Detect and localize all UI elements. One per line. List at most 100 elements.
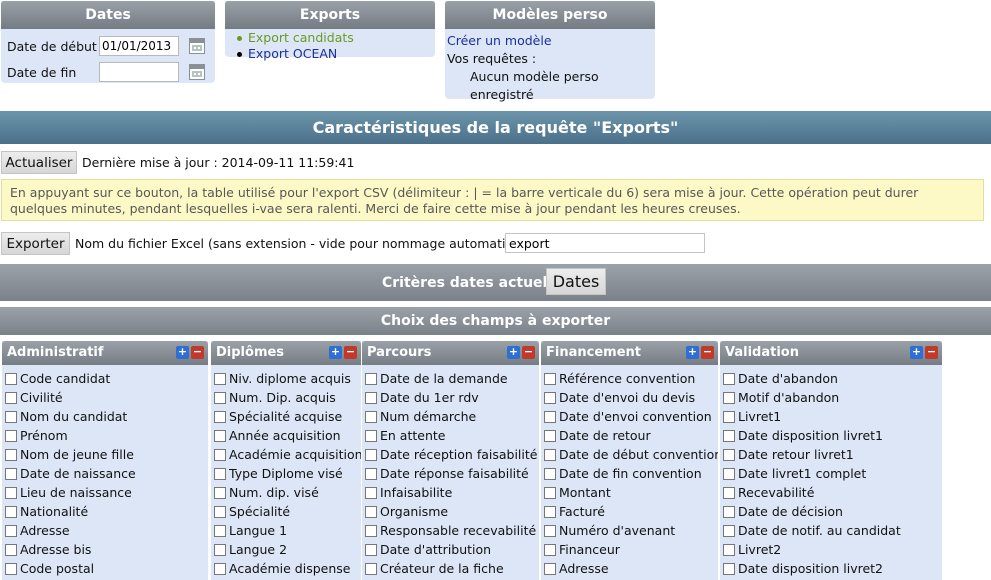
field-checkbox[interactable] <box>365 486 377 499</box>
field-checkbox[interactable] <box>214 524 226 537</box>
field-checkbox[interactable] <box>365 391 377 404</box>
field-option[interactable]: Date de début convention <box>544 445 718 464</box>
field-option[interactable]: Prénom <box>5 426 208 445</box>
field-option[interactable]: Date d'attribution <box>365 540 539 559</box>
field-option[interactable]: Livret1 <box>723 407 942 426</box>
select-all-icon[interactable]: + <box>910 346 923 359</box>
field-checkbox[interactable] <box>5 486 17 499</box>
dates-button[interactable]: Dates <box>546 268 606 295</box>
export-candidats-link[interactable]: Export candidats <box>237 30 435 46</box>
field-checkbox[interactable] <box>723 524 735 537</box>
field-option[interactable]: Nom de jeune fille <box>5 445 208 464</box>
export-button[interactable]: Exporter <box>1 232 70 255</box>
field-option[interactable]: Date d'abandon <box>723 369 942 388</box>
field-option[interactable]: Langue 2 <box>214 540 361 559</box>
field-option[interactable]: Date de la demande <box>365 369 539 388</box>
field-checkbox[interactable] <box>723 410 735 423</box>
field-checkbox[interactable] <box>723 486 735 499</box>
field-option[interactable]: Livret2 <box>723 540 942 559</box>
select-all-icon[interactable]: + <box>686 346 699 359</box>
field-option[interactable]: Num. dip. visé <box>214 483 361 502</box>
field-option[interactable]: Date réponse faisabilité <box>365 464 539 483</box>
select-all-icon[interactable]: + <box>329 346 342 359</box>
field-checkbox[interactable] <box>544 448 556 461</box>
calendar-icon[interactable] <box>189 38 205 54</box>
calendar-icon[interactable] <box>189 64 205 80</box>
field-checkbox[interactable] <box>544 372 556 385</box>
field-checkbox[interactable] <box>365 410 377 423</box>
field-option[interactable]: Date réception faisabilité <box>365 445 539 464</box>
field-option[interactable]: Financeur <box>544 540 718 559</box>
field-checkbox[interactable] <box>5 448 17 461</box>
create-model-link[interactable]: Créer un modèle <box>447 32 653 50</box>
field-checkbox[interactable] <box>5 429 17 442</box>
field-checkbox[interactable] <box>365 543 377 556</box>
field-option[interactable]: En attente <box>365 426 539 445</box>
field-checkbox[interactable] <box>214 448 226 461</box>
field-option[interactable]: Date du 1er rdv <box>365 388 539 407</box>
select-all-icon[interactable]: + <box>507 346 520 359</box>
field-option[interactable]: Référence convention <box>544 369 718 388</box>
field-option[interactable]: Date disposition livret1 <box>723 426 942 445</box>
field-option[interactable]: Créateur de la fiche <box>365 559 539 578</box>
field-option[interactable]: Montant <box>544 483 718 502</box>
field-option[interactable]: Académie dispense <box>214 559 361 578</box>
field-checkbox[interactable] <box>365 467 377 480</box>
field-option[interactable]: Date retour livret1 <box>723 445 942 464</box>
field-checkbox[interactable] <box>544 543 556 556</box>
deselect-all-icon[interactable]: − <box>344 346 357 359</box>
field-option[interactable]: Code candidat <box>5 369 208 388</box>
field-option[interactable]: Date d'envoi du devis <box>544 388 718 407</box>
field-checkbox[interactable] <box>544 505 556 518</box>
field-checkbox[interactable] <box>5 391 17 404</box>
field-checkbox[interactable] <box>723 391 735 404</box>
field-option[interactable]: Facturé <box>544 502 718 521</box>
field-checkbox[interactable] <box>365 505 377 518</box>
field-option[interactable]: Date de fin convention <box>544 464 718 483</box>
deselect-all-icon[interactable]: − <box>925 346 938 359</box>
field-checkbox[interactable] <box>365 562 377 575</box>
field-option[interactable]: Nom du candidat <box>5 407 208 426</box>
field-checkbox[interactable] <box>723 467 735 480</box>
field-checkbox[interactable] <box>5 467 17 480</box>
field-option[interactable]: Numéro d'avenant <box>544 521 718 540</box>
refresh-button[interactable]: Actualiser <box>1 151 77 174</box>
field-checkbox[interactable] <box>723 372 735 385</box>
field-option[interactable]: Académie acquisition <box>214 445 361 464</box>
end-date-input[interactable] <box>99 62 179 82</box>
field-option[interactable]: Organisme <box>365 502 539 521</box>
field-option[interactable]: Recevabilité <box>723 483 942 502</box>
field-option[interactable]: Infaisabilite <box>365 483 539 502</box>
field-checkbox[interactable] <box>5 524 17 537</box>
field-checkbox[interactable] <box>544 524 556 537</box>
field-checkbox[interactable] <box>365 429 377 442</box>
field-option[interactable]: Adresse bis <box>5 540 208 559</box>
field-option[interactable]: Type Diplome visé <box>214 464 361 483</box>
field-checkbox[interactable] <box>214 505 226 518</box>
field-checkbox[interactable] <box>723 448 735 461</box>
field-option[interactable]: Civilité <box>5 388 208 407</box>
field-option[interactable]: Num démarche <box>365 407 539 426</box>
field-option[interactable]: Responsable recevabilité <box>365 521 539 540</box>
field-option[interactable]: Nationalité <box>5 502 208 521</box>
field-checkbox[interactable] <box>5 543 17 556</box>
field-checkbox[interactable] <box>214 391 226 404</box>
field-checkbox[interactable] <box>5 372 17 385</box>
field-option[interactable]: Année acquisition <box>214 426 361 445</box>
field-option[interactable]: Date d'envoi convention <box>544 407 718 426</box>
field-checkbox[interactable] <box>544 467 556 480</box>
field-checkbox[interactable] <box>5 505 17 518</box>
field-checkbox[interactable] <box>544 429 556 442</box>
field-checkbox[interactable] <box>214 467 226 480</box>
start-date-input[interactable] <box>99 36 179 56</box>
deselect-all-icon[interactable]: − <box>701 346 714 359</box>
filename-input[interactable] <box>505 233 705 253</box>
select-all-icon[interactable]: + <box>176 346 189 359</box>
field-option[interactable]: Motif d'abandon <box>723 388 942 407</box>
field-option[interactable]: Code postal <box>5 559 208 578</box>
field-checkbox[interactable] <box>723 429 735 442</box>
deselect-all-icon[interactable]: − <box>191 346 204 359</box>
field-checkbox[interactable] <box>544 486 556 499</box>
field-checkbox[interactable] <box>214 562 226 575</box>
field-checkbox[interactable] <box>214 543 226 556</box>
